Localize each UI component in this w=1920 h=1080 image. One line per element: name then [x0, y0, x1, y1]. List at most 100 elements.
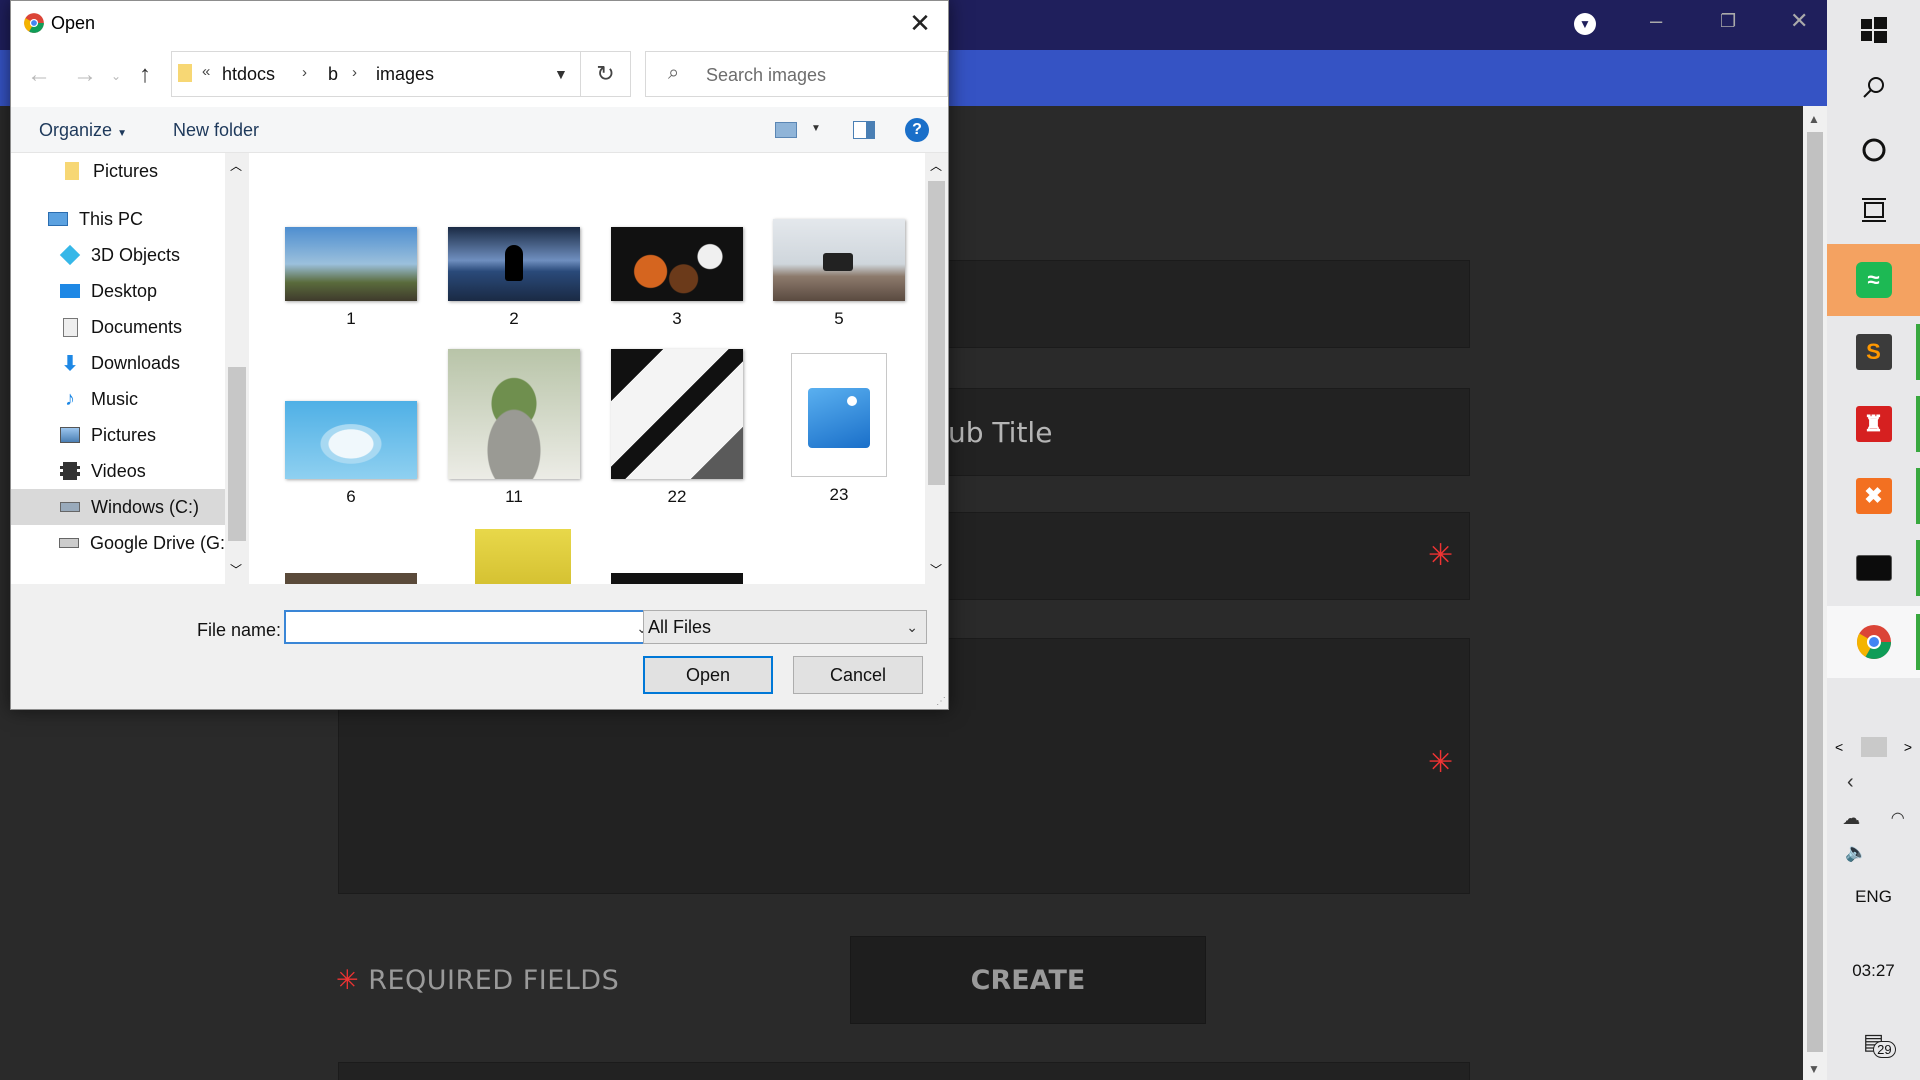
task-view-button[interactable] — [1827, 190, 1920, 230]
help-icon[interactable]: ? — [905, 118, 929, 142]
nav-item-windows-c[interactable]: Windows (C:) — [11, 489, 225, 525]
file-item[interactable]: 5 — [769, 219, 909, 329]
refresh-button[interactable]: ↻ — [581, 51, 631, 97]
preview-pane-icon[interactable] — [853, 121, 875, 139]
taskbar-sublime[interactable]: S — [1827, 316, 1920, 388]
open-file-dialog: Open ✕ ← → ⌄ ↑ « htdocs › b › images ▼ ↻… — [10, 0, 949, 710]
cortana-button[interactable] — [1827, 130, 1920, 170]
create-button[interactable]: CREATE — [850, 936, 1206, 1024]
page-scrollbar[interactable]: ▲ ▼ — [1803, 106, 1827, 1080]
taskbar-xampp[interactable]: ✖ — [1827, 460, 1920, 532]
dialog-footer: File name: ⌄ All Files ⌄ Open Cancel ⋰ — [11, 584, 948, 709]
bottom-field[interactable] — [338, 1062, 1470, 1080]
language-indicator[interactable]: ENG — [1827, 882, 1920, 912]
file-item[interactable]: 22 — [607, 349, 747, 507]
organize-button[interactable]: Organize ▼ — [39, 120, 127, 141]
image-thumbnail[interactable] — [285, 573, 417, 584]
nav-item-documents[interactable]: Documents — [11, 309, 225, 345]
file-list-scrollbar[interactable]: ︿ ﹀ — [925, 153, 948, 584]
cortana-icon — [1862, 138, 1885, 162]
taskbar-app-red[interactable]: ♜ — [1827, 388, 1920, 460]
terminal-icon — [1855, 555, 1892, 581]
scroll-down-icon[interactable]: ﹀ — [230, 561, 242, 578]
profile-dropdown-icon[interactable]: ▼ — [1574, 13, 1596, 35]
scroll-up-icon[interactable]: ︿ — [230, 157, 242, 174]
file-item[interactable]: 2 — [444, 227, 584, 329]
scrollbar-thumb[interactable] — [1807, 132, 1823, 1052]
required-star-icon: ✳ — [1428, 538, 1454, 573]
show-hidden-icons-button[interactable]: ‹ — [1827, 768, 1920, 796]
clock[interactable]: 03:27 — [1827, 956, 1920, 986]
search-button[interactable] — [1827, 68, 1920, 108]
tray-icons-row: ☁ ◠ — [1827, 804, 1920, 832]
tray-scroll-thumb[interactable] — [1860, 737, 1887, 757]
file-item[interactable]: 1 — [281, 227, 421, 329]
view-dropdown-icon[interactable]: ▼ — [811, 123, 821, 134]
scroll-up-icon[interactable]: ︿ — [930, 157, 942, 174]
open-button[interactable]: Open — [643, 656, 773, 694]
scroll-up-icon[interactable]: ▲ — [1808, 112, 1820, 126]
taskbar-terminal[interactable] — [1827, 532, 1920, 604]
overflow-chevrons-icon[interactable]: « — [202, 63, 210, 80]
address-breadcrumb[interactable]: « htdocs › b › images ▼ — [171, 51, 581, 97]
file-item[interactable]: 23 — [769, 353, 909, 505]
close-window-icon[interactable]: ✕ — [1790, 10, 1808, 32]
nav-item-music[interactable]: ♪ Music — [11, 381, 225, 417]
cancel-button[interactable]: Cancel — [793, 656, 923, 694]
organize-label: Organize — [39, 120, 113, 140]
file-item[interactable]: 3 — [607, 227, 747, 329]
scroll-down-icon[interactable]: ▼ — [1808, 1062, 1820, 1076]
search-input[interactable]: ⌕ Search images — [645, 51, 948, 97]
nav-item-label: Pictures — [91, 424, 157, 445]
change-view-icon[interactable] — [775, 122, 797, 138]
image-thumbnail[interactable] — [475, 529, 571, 584]
up-arrow-icon[interactable]: ↑ — [139, 61, 151, 89]
taskbar-chrome[interactable] — [1827, 606, 1920, 678]
taskbar-spotify[interactable]: ≈ — [1827, 244, 1920, 316]
nav-item-downloads[interactable]: ⬇ Downloads — [11, 345, 225, 381]
scroll-down-icon[interactable]: ﹀ — [930, 561, 942, 578]
image-thumbnail[interactable] — [611, 573, 743, 584]
wifi-icon[interactable]: ◠ — [1891, 808, 1905, 828]
file-name: 1 — [346, 309, 356, 328]
navigation-scrollbar[interactable]: ︿ ﹀ — [225, 153, 249, 584]
file-type-select[interactable]: All Files ⌄ — [643, 610, 927, 644]
new-folder-button[interactable]: New folder — [173, 120, 259, 141]
address-dropdown-icon[interactable]: ▼ — [554, 66, 568, 82]
breadcrumb-separator-icon: › — [352, 64, 357, 81]
nav-item-label: 3D Objects — [91, 244, 181, 265]
action-center-button[interactable]: ▤ 29 — [1827, 1022, 1920, 1062]
close-dialog-button[interactable]: ✕ — [902, 7, 938, 39]
breadcrumb-htdocs[interactable]: htdocs — [222, 64, 275, 85]
back-arrow-icon[interactable]: ← — [27, 61, 51, 89]
videos-icon — [59, 461, 81, 481]
nav-item-pictures-quick[interactable]: Pictures — [11, 153, 225, 189]
nav-item-3d-objects[interactable]: 3D Objects — [11, 237, 225, 273]
chevron-left-icon[interactable]: < — [1835, 739, 1843, 755]
breadcrumb-separator-icon: › — [302, 64, 307, 81]
breadcrumb-images[interactable]: images — [376, 64, 434, 85]
close-icon: ✕ — [909, 7, 931, 38]
file-name-input[interactable]: ⌄ — [284, 610, 658, 644]
breadcrumb-b[interactable]: b — [328, 64, 338, 85]
tray-scroller[interactable]: < > — [1827, 736, 1920, 758]
nav-item-pictures[interactable]: Pictures — [11, 417, 225, 453]
nav-item-google-drive[interactable]: Google Drive (G: — [11, 525, 225, 561]
file-item[interactable]: 11 — [444, 349, 584, 507]
volume-button[interactable]: 🔈 — [1827, 838, 1920, 866]
minimize-icon[interactable]: – — [1650, 10, 1662, 32]
nav-item-this-pc[interactable]: This PC — [11, 201, 225, 237]
file-item[interactable]: 6 — [281, 401, 421, 507]
nav-item-videos[interactable]: Videos — [11, 453, 225, 489]
onedrive-icon[interactable]: ☁ — [1842, 808, 1860, 829]
scrollbar-thumb[interactable] — [928, 181, 945, 485]
forward-arrow-icon[interactable]: → — [73, 61, 97, 89]
restore-icon[interactable]: ❐ — [1720, 10, 1736, 32]
nav-item-desktop[interactable]: Desktop — [11, 273, 225, 309]
scrollbar-thumb[interactable] — [228, 367, 246, 541]
chevron-right-icon[interactable]: > — [1904, 739, 1912, 755]
resize-grip-icon[interactable]: ⋰ — [936, 696, 946, 707]
3d-objects-icon — [59, 244, 81, 266]
start-button[interactable] — [1827, 10, 1920, 50]
recent-locations-chevron-icon[interactable]: ⌄ — [111, 69, 121, 83]
